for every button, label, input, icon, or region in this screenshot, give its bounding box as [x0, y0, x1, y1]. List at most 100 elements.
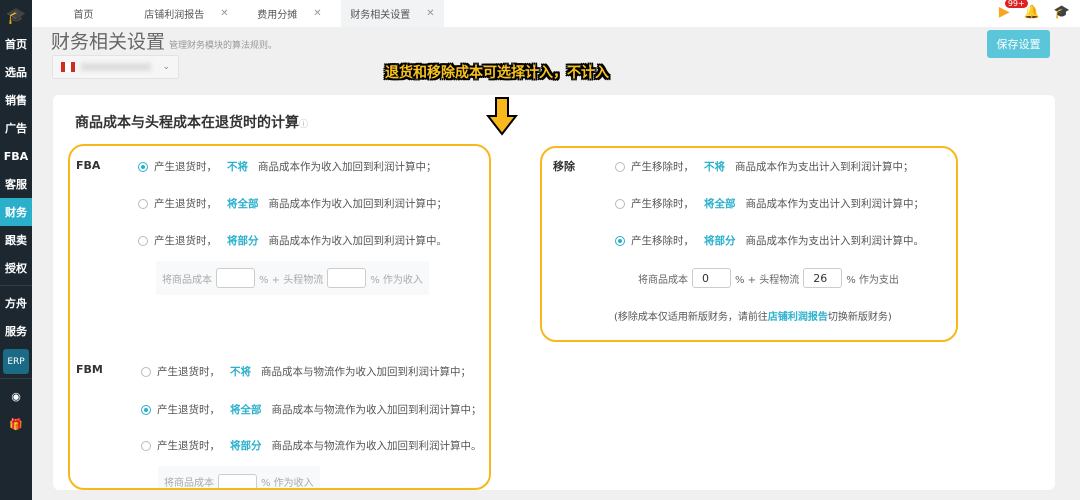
removal-note: (移除成本仅适用新版财务，请前往店铺利润报告切换新版财务)	[614, 308, 892, 323]
tab-finance-settings[interactable]: 财务相关设置 ✕	[341, 0, 444, 27]
option-text: 商品成本作为支出计入到利润计算中；	[745, 198, 925, 210]
removal-option-partial[interactable]: 产生移除时， 将部分 商品成本作为支出计入到利润计算中。	[615, 233, 924, 248]
sidebar-item-follow[interactable]: 跟卖	[0, 226, 32, 254]
radio-checked[interactable]	[138, 161, 148, 172]
canada-flag-icon	[61, 62, 75, 72]
removal-cost-percent-input[interactable]: 0	[692, 268, 731, 288]
section-title-text: 商品成本与头程成本在退货时的计算	[75, 115, 299, 131]
sidebar-item-finance[interactable]: 财务	[0, 198, 32, 226]
sidebar-item-sales[interactable]: 销售	[0, 86, 32, 114]
fba-option-partial[interactable]: 产生退货时， 将部分 商品成本作为收入加回到利润计算中。	[138, 233, 447, 248]
fbm-option-partial[interactable]: 产生退货时， 将部分 商品成本与物流作为收入加回到利润计算中。	[141, 438, 482, 453]
option-text: 商品成本作为支出计入到利润计算中。	[745, 235, 925, 247]
close-icon[interactable]: ✕	[220, 8, 228, 19]
option-text: 商品成本作为收入加回到利润计算中；	[268, 198, 448, 210]
flag-icon[interactable]: ▶ 99+	[999, 0, 1028, 20]
option-text: 商品成本与物流作为收入加回到利润计算中；	[271, 404, 482, 416]
partial-label: % 作为收入	[261, 478, 314, 488]
annotation-text: 退货和移除成本可选择计入，不计入	[385, 65, 609, 81]
section-title: 商品成本与头程成本在退货时的计算ⓘ	[75, 112, 308, 132]
sidebar-item-ark[interactable]: 方舟	[0, 289, 32, 317]
radio[interactable]	[138, 235, 148, 246]
sidebar: 🎓 首页 选品 销售 广告 FBA 客服 财务 跟卖 授权 方舟 服务 ERP …	[0, 0, 32, 500]
page-subtitle: 管理财务模块的算法规则。	[169, 41, 278, 51]
fbm-cost-percent-input[interactable]	[218, 474, 257, 488]
fba-freight-percent-input[interactable]	[327, 268, 367, 288]
partial-label: % + 头程物流	[259, 274, 324, 286]
support-icon[interactable]: ◉	[0, 382, 32, 410]
tab-label: 首页	[73, 10, 94, 21]
avatar[interactable]: 🎓	[1054, 5, 1070, 20]
close-icon[interactable]: ✕	[426, 8, 434, 19]
sidebar-item-service[interactable]: 客服	[0, 170, 32, 198]
fba-option-none[interactable]: 产生退货时， 不将 商品成本作为收入加回到利润计算中；	[138, 159, 437, 174]
removal-freight-percent-input[interactable]: 26	[803, 268, 843, 288]
option-highlight: 不将	[704, 161, 725, 173]
radio[interactable]	[615, 198, 625, 209]
removal-option-all[interactable]: 产生移除时， 将全部 商品成本作为支出计入到利润计算中；	[615, 196, 924, 211]
sidebar-item-home[interactable]: 首页	[0, 30, 32, 58]
save-button[interactable]: 保存设置	[987, 30, 1050, 58]
sidebar-item-services[interactable]: 服务	[0, 317, 32, 345]
radio-checked[interactable]	[615, 235, 625, 246]
sidebar-item-auth[interactable]: 授权	[0, 254, 32, 282]
arrow-down-icon	[486, 97, 518, 136]
sidebar-item-erp[interactable]: ERP	[3, 349, 29, 374]
partial-label: % + 头程物流	[735, 274, 800, 286]
partial-label: % 作为收入	[370, 274, 423, 286]
note-text: (移除成本仅适用新版财务，请前往	[614, 312, 768, 323]
sidebar-item-fba[interactable]: FBA	[0, 142, 32, 170]
chevron-down-icon: ⌄	[162, 62, 170, 72]
partial-label: 将商品成本	[164, 478, 214, 488]
option-highlight: 将部分	[230, 440, 262, 452]
radio[interactable]	[138, 198, 148, 209]
radio[interactable]	[615, 161, 625, 172]
removal-option-none[interactable]: 产生移除时， 不将 商品成本作为支出计入到利润计算中；	[615, 159, 914, 174]
partial-label: 将商品成本	[162, 274, 212, 286]
option-text: 商品成本作为收入加回到利润计算中。	[268, 235, 448, 247]
option-text: 产生移除时，	[631, 198, 694, 210]
fbm-label: FBM	[76, 363, 103, 376]
fbm-partial-row: 将商品成本 % 作为收入	[158, 466, 320, 488]
page-title-text: 财务相关设置	[51, 31, 166, 53]
profit-report-link[interactable]: 店铺利润报告	[768, 312, 828, 323]
sidebar-item-selection[interactable]: 选品	[0, 58, 32, 86]
help-icon[interactable]: ⓘ	[299, 120, 308, 130]
logo-icon[interactable]: 🎓	[0, 0, 32, 30]
option-highlight: 将全部	[704, 198, 736, 210]
notification-badge: 99+	[1004, 0, 1028, 8]
option-highlight: 将全部	[227, 198, 259, 210]
tab-label: 店铺利润报告	[144, 10, 205, 21]
option-text: 商品成本与物流作为收入加回到利润计算中；	[261, 366, 471, 378]
radio[interactable]	[141, 440, 151, 451]
option-text: 产生退货时，	[154, 235, 217, 247]
divider	[0, 378, 32, 379]
tab-profit-report[interactable]: 店铺利润报告 ✕	[135, 0, 238, 27]
option-text: 产生移除时，	[631, 235, 694, 247]
store-name-blurred	[81, 63, 151, 71]
close-icon[interactable]: ✕	[313, 8, 321, 19]
fbm-option-none[interactable]: 产生退货时， 不将 商品成本与物流作为收入加回到利润计算中；	[141, 364, 471, 379]
divider	[0, 285, 32, 286]
fba-cost-percent-input[interactable]	[216, 268, 255, 288]
option-text: 商品成本作为支出计入到利润计算中；	[735, 161, 914, 173]
tab-cost-allocation[interactable]: 费用分摊 ✕	[238, 0, 341, 27]
option-highlight: 将部分	[227, 235, 259, 247]
option-text: 产生退货时，	[157, 440, 220, 452]
option-highlight: 将部分	[704, 235, 736, 247]
partial-label: % 作为支出	[846, 274, 899, 286]
option-text: 产生退货时，	[154, 161, 217, 173]
radio-checked[interactable]	[141, 404, 151, 415]
radio[interactable]	[141, 366, 151, 377]
option-highlight: 不将	[227, 161, 248, 173]
gift-icon[interactable]: 🎁	[0, 410, 32, 438]
fba-partial-row: 将商品成本 % + 头程物流 % 作为收入	[156, 261, 429, 295]
store-selector[interactable]: ⌄	[52, 55, 179, 79]
tab-bar: 首页 店铺利润报告 ✕ 费用分摊 ✕ 财务相关设置 ✕ ▶ 99+ 🔔 🎓	[32, 0, 1080, 27]
tab-home[interactable]: 首页	[32, 0, 135, 27]
fbm-option-all[interactable]: 产生退货时， 将全部 商品成本与物流作为收入加回到利润计算中；	[141, 402, 482, 417]
fba-option-all[interactable]: 产生退货时， 将全部 商品成本作为收入加回到利润计算中；	[138, 196, 447, 211]
option-text: 产生退货时，	[157, 366, 220, 378]
option-text: 产生退货时，	[157, 404, 220, 416]
sidebar-item-ads[interactable]: 广告	[0, 114, 32, 142]
